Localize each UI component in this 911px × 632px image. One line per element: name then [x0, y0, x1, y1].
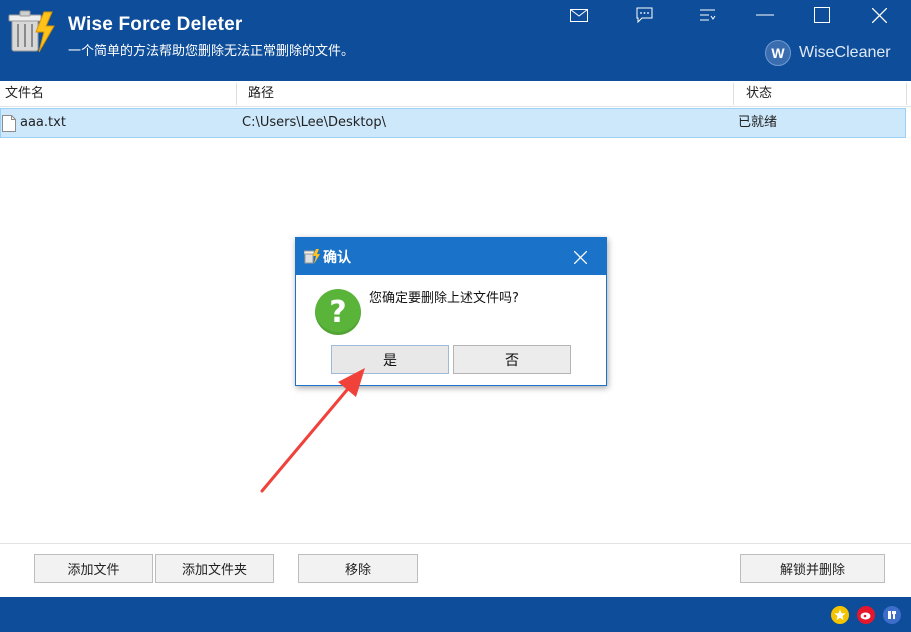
question-icon: ?	[315, 289, 361, 335]
mail-icon	[570, 8, 588, 22]
dialog-title: 确认	[323, 250, 351, 266]
dialog-close-button[interactable]	[560, 242, 600, 272]
column-header-filename[interactable]: 文件名	[0, 81, 236, 107]
mail-button[interactable]	[556, 0, 602, 30]
tieba-icon[interactable]	[883, 606, 901, 624]
row-path: C:\Users\Lee\Desktop\	[242, 115, 387, 130]
toolbar-divider	[0, 543, 911, 544]
column-header-status[interactable]: 状态	[741, 81, 906, 107]
tieba-shape	[888, 611, 896, 619]
brand-name: WiseCleaner	[799, 44, 891, 61]
close-icon	[871, 7, 887, 23]
table-row[interactable]: aaa.txt C:\Users\Lee\Desktop\ 已就绪	[0, 108, 906, 138]
status-bar	[0, 597, 911, 632]
remove-button[interactable]: 移除	[298, 554, 418, 583]
add-folder-button[interactable]: 添加文件夹	[155, 554, 274, 583]
file-list-header: 文件名 路径 状态	[0, 81, 911, 107]
feedback-button[interactable]	[621, 0, 667, 30]
dialog-message: 您确定要删除上述文件吗?	[369, 291, 519, 306]
text-file-icon	[2, 115, 16, 132]
minimize-button[interactable]	[742, 0, 788, 30]
app-title: Wise Force Deleter	[68, 14, 243, 35]
star-icon[interactable]	[831, 606, 849, 624]
wisecleaner-logo-icon: W	[765, 40, 791, 66]
confirm-dialog: 确认 ? 您确定要删除上述文件吗? 是 否	[295, 237, 607, 386]
column-divider	[906, 83, 907, 105]
no-button[interactable]: 否	[453, 345, 571, 374]
dialog-titlebar[interactable]: 确认	[296, 238, 606, 275]
menu-icon	[699, 9, 715, 20]
app-header: Wise Force Deleter 一个简单的方法帮助您删除无法正常删除的文件…	[0, 0, 911, 81]
column-header-path[interactable]: 路径	[243, 81, 733, 107]
row-filename: aaa.txt	[20, 115, 66, 130]
maximize-icon	[814, 7, 830, 23]
close-icon	[573, 250, 587, 264]
column-divider[interactable]	[236, 83, 237, 105]
wisecleaner-brand[interactable]: W WiseCleaner	[765, 40, 891, 66]
column-divider[interactable]	[733, 83, 734, 105]
yes-button[interactable]: 是	[331, 345, 449, 374]
star-shape	[834, 609, 846, 620]
feedback-icon	[636, 7, 652, 23]
unlock-delete-button[interactable]: 解锁并删除	[740, 554, 885, 583]
add-file-button[interactable]: 添加文件	[34, 554, 153, 583]
maximize-button[interactable]	[799, 0, 845, 30]
menu-button[interactable]	[684, 0, 730, 30]
weibo-shape	[860, 612, 871, 620]
weibo-icon[interactable]	[857, 606, 875, 624]
app-subtitle: 一个简单的方法帮助您删除无法正常删除的文件。	[68, 44, 355, 59]
close-button[interactable]	[856, 0, 902, 30]
app-logo-icon	[8, 10, 55, 53]
row-status: 已就绪	[738, 115, 778, 130]
app-logo-small-icon	[304, 249, 320, 264]
minimize-icon	[756, 14, 774, 16]
